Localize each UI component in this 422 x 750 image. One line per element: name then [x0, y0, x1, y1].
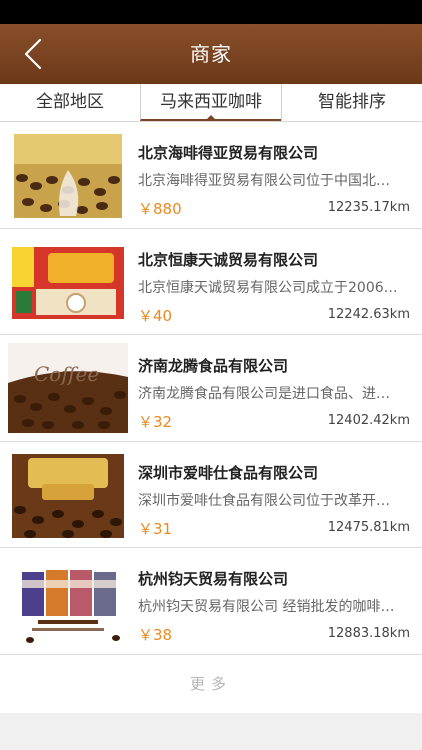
header-bar: 商家 — [0, 24, 422, 84]
merchant-distance: 12235.17km — [327, 200, 410, 215]
merchant-distance: 12402.42km — [327, 413, 410, 428]
filter-category[interactable]: 马来西亚咖啡 — [140, 84, 281, 121]
filter-region[interactable]: 全部地区 — [0, 84, 140, 121]
page-title: 商家 — [190, 42, 232, 66]
merchant-description: 北京恒康天诚贸易有限公司成立于2006… — [138, 279, 398, 296]
merchant-description: 济南龙腾食品有限公司是进口食品、进… — [138, 386, 390, 402]
merchant-thumbnail: Coffee — [8, 343, 128, 433]
merchant-row[interactable]: Coffee 济南龙腾食品有限公司 济南龙腾食品有限公司是进口食品、进… ￥32… — [0, 335, 422, 442]
merchant-price: ￥40 — [138, 306, 173, 325]
merchant-thumbnail — [8, 449, 128, 540]
merchant-row[interactable]: 杭州钧天贸易有限公司 杭州钧天贸易有限公司 经销批发的咖啡… ￥38 12883… — [0, 548, 422, 655]
merchant-distance: 12475.81km — [327, 519, 410, 535]
merchant-price: ￥32 — [138, 413, 173, 431]
merchant-thumbnail — [8, 130, 128, 220]
merchant-row[interactable]: 北京海啡得亚贸易有限公司 北京海啡得亚贸易有限公司位于中国北… ￥880 122… — [0, 122, 422, 229]
merchant-distance: 12242.63km — [327, 306, 410, 322]
merchant-price: ￥38 — [138, 626, 173, 644]
merchant-distance: 12883.18km — [327, 626, 410, 641]
svg-text:Coffee: Coffee — [34, 362, 99, 386]
merchant-list: 北京海啡得亚贸易有限公司 北京海啡得亚贸易有限公司位于中国北… ￥880 122… — [0, 122, 422, 655]
merchant-name: 杭州钧天贸易有限公司 — [138, 570, 289, 588]
merchant-name: 北京海啡得亚贸易有限公司 — [138, 144, 319, 162]
merchant-name: 深圳市爱啡仕食品有限公司 — [138, 463, 319, 482]
filter-bar: 全部地区 马来西亚咖啡 智能排序 — [0, 84, 422, 122]
merchant-description: 杭州钧天贸易有限公司 经销批发的咖啡… — [138, 599, 395, 615]
merchant-description: 北京海啡得亚贸易有限公司位于中国北… — [138, 173, 390, 189]
load-more-button[interactable]: 更多 — [0, 655, 422, 713]
merchant-thumbnail — [8, 236, 128, 327]
merchant-row[interactable]: 北京恒康天诚贸易有限公司 北京恒康天诚贸易有限公司成立于2006… ￥40 12… — [0, 228, 422, 335]
merchant-price: ￥880 — [138, 200, 182, 218]
merchant-price: ￥31 — [138, 519, 173, 538]
status-bar — [0, 0, 422, 24]
merchant-name: 济南龙腾食品有限公司 — [138, 357, 289, 375]
merchant-thumbnail — [8, 556, 128, 646]
merchant-name: 北京恒康天诚贸易有限公司 — [138, 250, 319, 269]
filter-category-label: 马来西亚咖啡 — [160, 92, 262, 112]
merchant-description: 深圳市爱啡仕食品有限公司位于改革开… — [138, 492, 390, 509]
merchant-row[interactable]: 深圳市爱啡仕食品有限公司 深圳市爱啡仕食品有限公司位于改革开… ￥31 1247… — [0, 441, 422, 548]
active-indicator — [205, 115, 217, 121]
filter-sort[interactable]: 智能排序 — [281, 84, 422, 121]
